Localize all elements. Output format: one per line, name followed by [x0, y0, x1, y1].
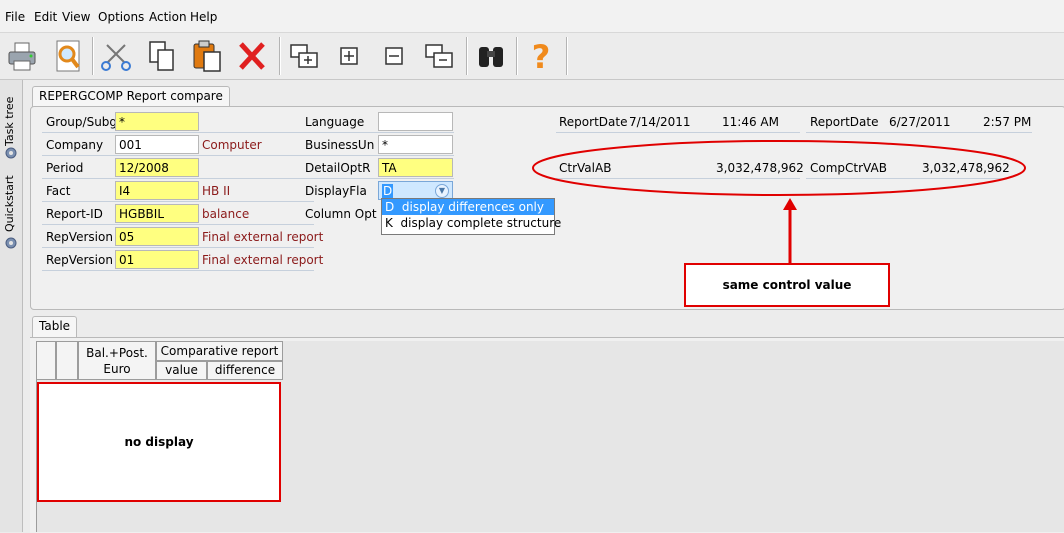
report-time-value: 11:46 AM — [722, 115, 779, 129]
annotation-overlay — [532, 140, 1026, 264]
repversion-compare-label: RepVersion — [46, 253, 113, 267]
menu-bar: File Edit View Options Action Help — [0, 0, 1064, 32]
business-un-field[interactable]: * — [378, 135, 453, 154]
collapse-button[interactable] — [375, 37, 413, 75]
delete-button[interactable] — [233, 37, 271, 75]
repversion-field[interactable]: 05 — [115, 227, 199, 246]
same-control-value-annotation: same control value — [684, 263, 890, 307]
remove-rows-icon — [425, 44, 453, 68]
report-compare-tab[interactable]: REPERGCOMP Report compare — [32, 86, 230, 107]
report-id-field[interactable]: HGBBIL — [115, 204, 199, 223]
period-label: Period — [46, 161, 84, 175]
language-field[interactable] — [378, 112, 453, 131]
print-button[interactable] — [3, 37, 41, 75]
copy-button[interactable] — [143, 37, 181, 75]
compare-report-date-value: 6/27/2011 — [889, 115, 951, 129]
repversion-description: Final external report — [202, 230, 324, 244]
dropdown-option-complete-structure[interactable]: K display complete structure — [382, 215, 561, 232]
search-button[interactable] — [472, 37, 510, 75]
task-tree-tab[interactable]: Task tree — [3, 86, 16, 146]
fact-field[interactable]: I4 — [115, 181, 199, 200]
euro-header-text: Euro — [103, 362, 131, 376]
report-id-label: Report-ID — [46, 207, 103, 221]
print-preview-button[interactable] — [49, 37, 87, 75]
printer-icon — [8, 42, 36, 71]
paste-button[interactable] — [188, 37, 226, 75]
column-header-difference[interactable]: difference — [207, 361, 283, 380]
compare-report-date-label: ReportDate — [810, 115, 879, 129]
display-fla-label: DisplayFla — [305, 184, 367, 198]
minus-box-icon — [385, 47, 403, 65]
report-date-value: 7/14/2011 — [629, 115, 691, 129]
fact-description: HB II — [202, 184, 231, 198]
menu-view[interactable]: View — [62, 10, 90, 24]
gear-icon[interactable] — [4, 146, 18, 160]
compare-report-time-value: 2:57 PM — [983, 115, 1032, 129]
column-header-balpost[interactable]: Bal.+Post. Euro — [78, 341, 156, 380]
menu-help[interactable]: Help — [190, 10, 217, 24]
business-un-label: BusinessUn — [305, 138, 375, 152]
paste-icon — [193, 40, 221, 72]
binoculars-icon — [479, 47, 503, 67]
comparative-report-header: Comparative report — [156, 341, 283, 361]
svg-text:?: ? — [532, 39, 551, 73]
column-header-blank — [56, 341, 78, 380]
no-display-annotation: no display — [37, 382, 281, 502]
column-opt-label: Column Opt — [305, 207, 377, 221]
insert-rows-icon — [290, 44, 318, 68]
column-header-value[interactable]: value — [156, 361, 207, 380]
period-field[interactable]: 12/2008 — [115, 158, 199, 177]
company-label: Company — [46, 138, 104, 152]
report-id-description: balance — [202, 207, 250, 221]
plus-box-icon — [340, 47, 358, 65]
annotation-ellipse — [532, 140, 1026, 196]
side-strip: Task tree Quickstart — [0, 80, 23, 532]
repversion-compare-field[interactable]: 01 — [115, 250, 199, 269]
copy-icon — [149, 41, 174, 71]
table-tab[interactable]: Table — [32, 316, 78, 337]
toolbar: ? — [0, 32, 1064, 80]
fact-label: Fact — [46, 184, 71, 198]
row-header-corner — [36, 341, 56, 380]
menu-action[interactable]: Action — [149, 10, 187, 24]
balpost-header-text: Bal.+Post. — [86, 346, 148, 360]
menu-file[interactable]: File — [5, 10, 25, 24]
gear-icon[interactable] — [4, 236, 18, 250]
group-subg-label: Group/Subg — [46, 115, 118, 129]
menu-options[interactable]: Options — [98, 10, 144, 24]
dropdown-option-display-differences[interactable]: D display differences only — [382, 199, 554, 215]
company-description: Computer — [202, 138, 262, 152]
delete-x-icon — [239, 42, 265, 70]
annotation-arrow-head — [783, 198, 797, 210]
expand-button[interactable] — [330, 37, 368, 75]
menu-edit[interactable]: Edit — [34, 10, 57, 24]
help-button[interactable]: ? — [522, 37, 560, 75]
question-mark-icon: ? — [532, 39, 551, 73]
language-label: Language — [305, 115, 365, 129]
group-subg-field[interactable]: * — [115, 112, 199, 131]
display-fla-value: D — [382, 184, 394, 198]
display-fla-dropdown: D display differences only K display com… — [381, 198, 561, 235]
cut-button[interactable] — [97, 37, 135, 75]
detail-optr-label: DetailOptR — [305, 161, 371, 175]
quickstart-tab[interactable]: Quickstart — [3, 172, 16, 232]
insert-row-button[interactable] — [285, 37, 323, 75]
scissors-icon — [101, 44, 131, 71]
chevron-down-icon[interactable]: ▼ — [435, 184, 449, 198]
company-field[interactable]: 001 — [115, 135, 199, 154]
repversion-compare-description: Final external report — [202, 253, 324, 267]
repversion-label: RepVersion — [46, 230, 113, 244]
detail-optr-field[interactable]: TA — [378, 158, 453, 177]
remove-row-button[interactable] — [420, 37, 458, 75]
report-date-label: ReportDate — [559, 115, 628, 129]
print-preview-icon — [56, 40, 80, 72]
